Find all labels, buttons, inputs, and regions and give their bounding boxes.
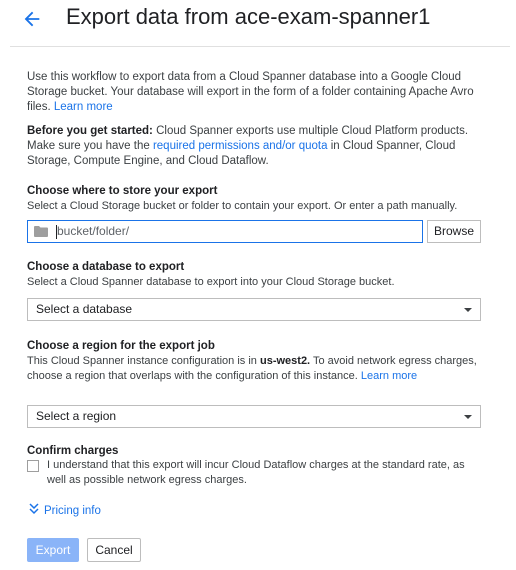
region-learn-more-link[interactable]: Learn more — [361, 370, 417, 382]
pricing-info-label: Pricing info — [44, 505, 101, 517]
intro-section: Use this workflow to export data from a … — [27, 70, 483, 178]
learn-more-link[interactable]: Learn more — [54, 101, 113, 113]
header: Export data from ace-exam-spanner1 — [0, 0, 516, 48]
export-button[interactable]: Export — [27, 538, 79, 562]
page-title: Export data from ace-exam-spanner1 — [66, 4, 431, 29]
database-select[interactable]: Select a database — [27, 298, 481, 321]
storage-title: Choose where to store your export — [27, 185, 218, 197]
chevron-double-down-icon — [29, 503, 39, 515]
region-config-name: us-west2. — [259, 355, 311, 367]
database-select-label: Select a database — [36, 302, 133, 316]
storage-description: Select a Cloud Storage bucket or folder … — [27, 200, 458, 212]
database-description: Select a Cloud Spanner database to expor… — [27, 276, 395, 288]
storage-path-input[interactable]: bucket/folder/ — [27, 220, 423, 243]
arrow-back-icon[interactable] — [21, 8, 43, 30]
intro-paragraph: Use this workflow to export data from a … — [27, 70, 483, 115]
storage-path-row: bucket/folder/ Browse — [27, 220, 481, 243]
region-desc-text: This Cloud Spanner instance configuratio… — [27, 355, 257, 367]
dropdown-arrow-icon — [464, 308, 472, 312]
before-start-label: Before you get started: — [27, 125, 153, 137]
charges-title: Confirm charges — [27, 445, 119, 457]
permissions-quota-link[interactable]: required permissions and/or quota — [153, 140, 328, 152]
cancel-button[interactable]: Cancel — [87, 538, 141, 562]
region-select-label: Select a region — [36, 409, 117, 423]
storage-path-placeholder: bucket/folder/ — [57, 224, 130, 238]
folder-icon — [34, 226, 48, 237]
dropdown-arrow-icon — [464, 415, 472, 419]
header-divider — [10, 46, 510, 47]
database-title: Choose a database to export — [27, 261, 185, 273]
confirm-charges-text: I understand that this export will incur… — [47, 459, 465, 486]
storage-section: Choose where to store your export Select… — [27, 184, 483, 214]
region-select[interactable]: Select a region — [27, 405, 481, 428]
browse-button[interactable]: Browse — [427, 220, 481, 243]
charges-section: Confirm charges — [27, 444, 483, 459]
confirm-charges-checkbox[interactable] — [27, 460, 39, 472]
database-section: Choose a database to export Select a Clo… — [27, 260, 483, 290]
before-start-paragraph: Before you get started: Cloud Spanner ex… — [27, 124, 483, 169]
region-description: This Cloud Spanner instance configuratio… — [27, 354, 483, 384]
region-title: Choose a region for the export job — [27, 340, 215, 352]
region-section: Choose a region for the export job This … — [27, 339, 483, 384]
